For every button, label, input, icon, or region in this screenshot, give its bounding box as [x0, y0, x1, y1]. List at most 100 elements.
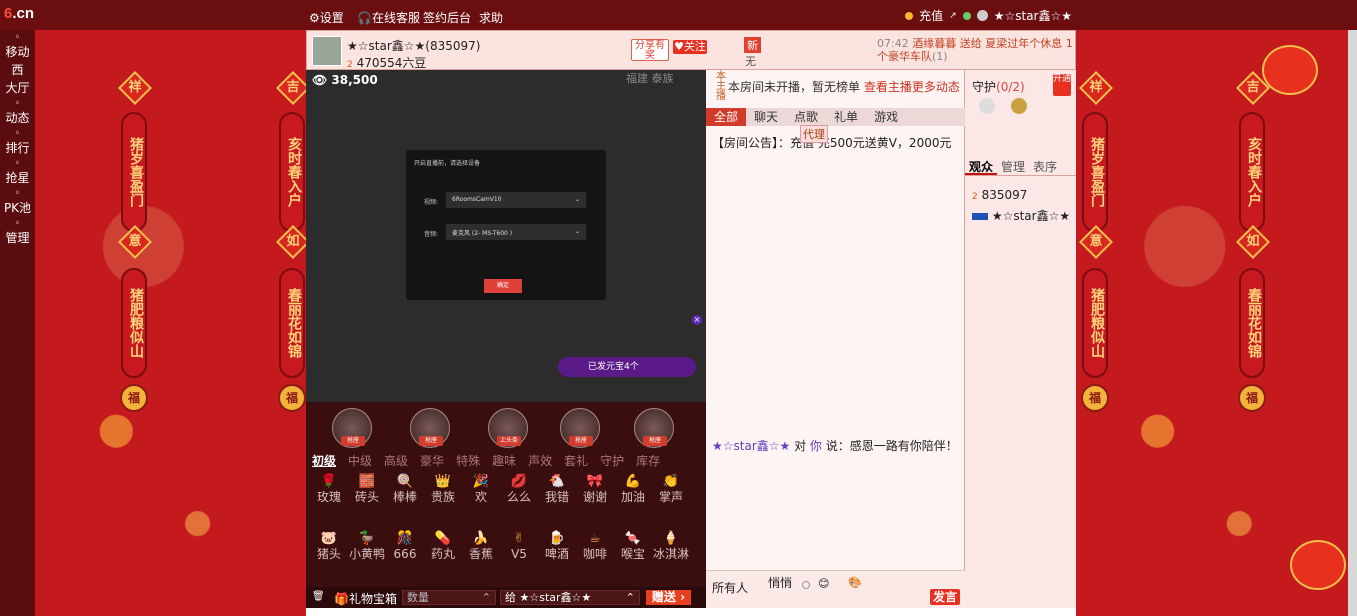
post-button[interactable]: 发言	[930, 589, 960, 605]
gift-tab-7[interactable]: 套礼	[558, 452, 594, 470]
gift-item[interactable]: 💊 药丸	[424, 531, 462, 586]
fu-badge: 福	[1081, 384, 1109, 412]
host-avatar[interactable]	[312, 36, 342, 66]
gift-item[interactable]: 🍺 啤酒	[538, 531, 576, 586]
promo-banner[interactable]: 已发元宝4个	[558, 357, 696, 377]
gift-item[interactable]: 🍭 棒棒	[386, 474, 424, 529]
gift-item[interactable]: ✌ V5	[500, 531, 538, 586]
chat-tab-0[interactable]: 全部	[706, 108, 747, 126]
nav-item-4[interactable]: ◦ 排行	[0, 128, 35, 156]
gift-item[interactable]: 🧱 砖头	[348, 474, 386, 529]
nav-item-5[interactable]: ◦ 抢星	[0, 158, 35, 186]
chat-tab-1[interactable]: 聊天	[746, 108, 786, 126]
gift-item[interactable]: 🍬 喉宝	[614, 531, 652, 586]
audience-tab-0[interactable]: 观众	[965, 158, 998, 175]
chat-tab-3[interactable]: 礼单	[826, 108, 866, 126]
treasure-box[interactable]: 🎁礼物宝箱 ⌃	[334, 590, 411, 607]
audience-tab-1[interactable]: 管理	[997, 158, 1029, 175]
gift-item[interactable]: 👑 贵族	[424, 474, 462, 529]
compass-icon: ◦	[14, 98, 21, 109]
quantity-input[interactable]: 数量 ⌃	[402, 590, 496, 605]
nav-item-6[interactable]: ◦ PK池	[0, 188, 35, 216]
audience-tab-2[interactable]: 表序	[1029, 158, 1061, 175]
trash-icon[interactable]: 🗑	[312, 591, 325, 602]
nav-item-2[interactable]: 大厅	[0, 80, 35, 96]
follow-button[interactable]: ♥关注	[673, 40, 707, 54]
nav-item-0[interactable]: ◦ 移动	[0, 32, 35, 60]
gift-item[interactable]: 🐔 我错	[538, 474, 576, 529]
gift-item[interactable]: 🎀 谢谢	[576, 474, 614, 529]
gift-tab-6[interactable]: 声效	[522, 452, 558, 470]
confirm-button[interactable]: 确定	[484, 279, 522, 293]
gift-tab-3[interactable]: 豪华	[414, 452, 450, 470]
gift-item[interactable]: 🍌 香蕉	[462, 531, 500, 586]
viewer-row[interactable]: 2 835097	[972, 188, 1027, 202]
gift-item[interactable]: 🐷 猪头	[310, 531, 348, 586]
avatar[interactable]	[976, 10, 988, 21]
gift-tab-8[interactable]: 守护	[594, 452, 630, 470]
gift-tab-5[interactable]: 趣味	[486, 452, 522, 470]
gift-tab-4[interactable]: 特殊	[450, 452, 486, 470]
page-scrollbar[interactable]	[1348, 30, 1357, 616]
viewer-row[interactable]: ★☆star鑫☆★	[972, 207, 1070, 224]
gift-icon: 🌹	[320, 474, 338, 489]
recipient-select[interactable]: 给 ★☆star鑫☆★ ⌃	[500, 590, 640, 605]
share-button[interactable]: 分享有奖	[631, 39, 669, 61]
seat-3[interactable]: 抢座	[560, 408, 600, 448]
external-icon[interactable]: ↗	[949, 11, 957, 21]
seat-1[interactable]: 抢座	[410, 408, 450, 448]
video-player[interactable]: 👁 38,500 福建 泰族 开启直播前，请选择设备 视频: 6RoomsCam…	[306, 70, 706, 402]
seat-4[interactable]: 抢座	[634, 408, 674, 448]
gift-name: 猪头	[316, 546, 341, 561]
gift-item[interactable]: 🍦 冰淇淋	[652, 531, 690, 586]
gift-item[interactable]: ☕ 咖啡	[576, 531, 614, 586]
nav-item-1[interactable]: 西	[0, 62, 35, 78]
new-tag: 新	[744, 37, 761, 53]
gift-icon: 🍭	[396, 474, 414, 489]
gift-icon: 🍦	[662, 530, 680, 546]
gift-item[interactable]: 🦆 小黄鸭	[348, 531, 386, 586]
checkin-link[interactable]: 签约后台	[423, 9, 471, 26]
gift-name: 咖啡	[582, 546, 607, 561]
nav-item-3[interactable]: ◦ 动态	[0, 98, 35, 126]
site-logo[interactable]: 6.cn	[4, 5, 34, 22]
gift-icon: 🍌	[472, 530, 490, 546]
send-gift-button[interactable]: 赠送 ›	[646, 590, 691, 605]
open-guard-button[interactable]: 开通	[1053, 74, 1071, 96]
more-updates-link[interactable]: 查看主播更多动态	[864, 80, 960, 94]
sticker-icon[interactable]: 🎨	[848, 576, 862, 589]
level-badge: 2	[347, 60, 353, 70]
gift-tab-0[interactable]: 初级	[306, 452, 342, 470]
gift-item[interactable]: 🎉 欢	[462, 474, 500, 529]
gift-tab-1[interactable]: 中级	[342, 452, 378, 470]
close-icon[interactable]: ×	[692, 315, 702, 325]
host-name[interactable]: ★☆star鑫☆★(835097)	[347, 37, 480, 54]
whisper-checkbox[interactable]	[802, 581, 810, 589]
emoji-icon[interactable]: 😊	[818, 577, 829, 590]
guard-avatar[interactable]	[1011, 98, 1027, 114]
seat-0[interactable]: 抢座	[332, 408, 372, 448]
customer-service-link[interactable]: 🎧在线客服	[357, 9, 420, 26]
recharge-link[interactable]: 充值	[919, 7, 943, 24]
nav-item-7[interactable]: ◦ 管理	[0, 218, 35, 246]
mic-select[interactable]: 麦克风 (2- MS-T600 ) ⌄	[446, 224, 586, 240]
left-nav: ◦ 移动西大厅 ◦ 动态 ◦ 排行 ◦ 抢星 ◦ PK池 ◦ 管理	[0, 30, 35, 616]
help-link[interactable]: 求助	[479, 9, 503, 26]
gift-item[interactable]: 💪 加油	[614, 474, 652, 529]
username-link[interactable]: ★☆star鑫☆★	[994, 7, 1072, 24]
gift-name: 香蕉	[468, 546, 493, 561]
gift-tab-9[interactable]: 库存	[630, 452, 666, 470]
settings-link[interactable]: ⚙设置	[309, 9, 344, 26]
gift-item[interactable]: 💋 么么	[500, 474, 538, 529]
to-all-select[interactable]: 所有人	[712, 579, 748, 596]
seat-2[interactable]: 上头条	[488, 408, 528, 448]
gift-item[interactable]: 🌹 玫瑰	[310, 474, 348, 529]
gift-tab-2[interactable]: 高级	[378, 452, 414, 470]
chat-tab-2[interactable]: 点歌	[786, 108, 826, 126]
camera-select[interactable]: 6RoomsCamV10 ⌄	[446, 192, 586, 208]
gift-item[interactable]: 🎊 666	[386, 531, 424, 586]
couplet-left-bottom: 猪肥粮似山	[121, 268, 147, 378]
gift-item[interactable]: 👏 掌声	[652, 474, 690, 529]
guard-avatar[interactable]	[979, 98, 995, 114]
chat-tab-4[interactable]: 游戏	[866, 108, 906, 126]
